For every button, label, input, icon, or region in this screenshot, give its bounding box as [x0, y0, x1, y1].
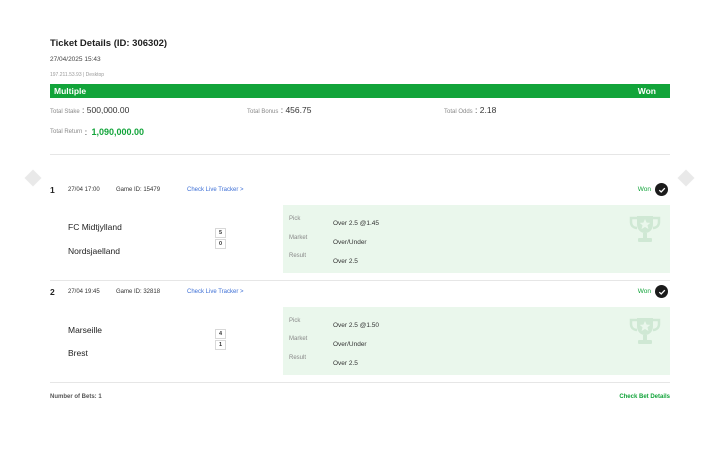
- pick-value: Over 2.5 @1.45: [333, 220, 379, 227]
- ticket-date: 27/04/2025 15:43: [50, 56, 101, 63]
- pick-details: Pick Market Result Over 2.5 @1.45 Over/U…: [283, 205, 670, 273]
- bet-header: 1 27/04 17:00 Game ID: 15479 Check Live …: [50, 180, 670, 200]
- home-score: 4: [215, 329, 226, 339]
- live-tracker-link[interactable]: Check Live Tracker >: [187, 289, 244, 295]
- market-label: Market: [289, 336, 308, 342]
- total-return-label: Total Return: [50, 129, 83, 135]
- bet-item: 1 27/04 17:00 Game ID: 15479 Check Live …: [50, 180, 670, 281]
- live-tracker-link[interactable]: Check Live Tracker >: [187, 187, 244, 193]
- total-odds-value: 2.18: [479, 105, 497, 115]
- trophy-icon: [629, 216, 661, 242]
- check-icon: [655, 285, 668, 298]
- ticket-device-info: 197.211.53.93 | Desktop: [50, 72, 105, 78]
- total-stake-label: Total Stake: [50, 109, 80, 115]
- prev-ticket-arrow-icon[interactable]: [24, 169, 42, 187]
- pick-details: Pick Market Result Over 2.5 @1.50 Over/U…: [283, 307, 670, 375]
- away-score: 1: [215, 340, 226, 350]
- home-score: 5: [215, 228, 226, 238]
- match-teams: Marseille Brest 4 1: [50, 307, 283, 375]
- result-label: Result: [289, 355, 307, 361]
- totals-row: Total Stake : 500,000.00 Total Bonus : 4…: [50, 104, 670, 116]
- bet-time: 27/04 17:00: [68, 187, 100, 193]
- away-team: Nordsjaelland: [68, 246, 120, 256]
- divider: [50, 382, 670, 383]
- bet-type-label: Multiple: [54, 86, 87, 96]
- pick-label: Pick: [289, 216, 301, 222]
- market-value: Over/Under: [333, 341, 367, 348]
- total-stake: Total Stake : 500,000.00: [50, 105, 130, 115]
- bet-time: 27/04 19:45: [68, 289, 100, 295]
- bet-status: Won: [638, 183, 668, 196]
- match-teams: FC Midtjylland Nordsjaelland 5 0: [50, 205, 283, 273]
- market-value: Over/Under: [333, 239, 367, 246]
- total-odds: Total Odds : 2.18: [444, 105, 497, 115]
- bet-status-label: Won: [637, 186, 651, 193]
- bet-body: Marseille Brest 4 1 Pick Market Result O…: [50, 307, 670, 375]
- bet-body: FC Midtjylland Nordsjaelland 5 0 Pick Ma…: [50, 205, 670, 273]
- page-title: Ticket Details (ID: 306302): [50, 38, 168, 49]
- ticket-status-badge: Won: [637, 86, 656, 96]
- check-bet-details-link[interactable]: Check Bet Details: [619, 394, 670, 400]
- ticket-details-panel: Ticket Details (ID: 306302) 27/04/2025 1…: [50, 37, 670, 403]
- home-team: Marseille: [68, 325, 103, 335]
- bet-status: Won: [638, 285, 668, 298]
- check-icon: [655, 183, 668, 196]
- bet-game-id: Game ID: 15479: [116, 187, 161, 193]
- bet-status-label: Won: [637, 288, 651, 295]
- bet-game-id: Game ID: 32818: [116, 289, 161, 295]
- away-score: 0: [215, 239, 226, 249]
- bets-count: Number of Bets: 1: [50, 394, 102, 400]
- result-value: Over 2.5: [333, 360, 358, 367]
- bet-item: 2 27/04 19:45 Game ID: 32818 Check Live …: [50, 282, 670, 383]
- total-stake-value: 500,000.00: [86, 105, 130, 115]
- away-team: Brest: [68, 348, 88, 358]
- bet-number: 1: [50, 185, 55, 195]
- home-team: FC Midtjylland: [68, 222, 122, 232]
- total-bonus: Total Bonus : 456.75: [247, 105, 312, 115]
- bet-number: 2: [50, 287, 55, 297]
- trophy-icon: [629, 318, 661, 344]
- pick-value: Over 2.5 @1.50: [333, 322, 379, 329]
- total-return-value: 1,090,000.00: [91, 127, 145, 137]
- pick-label: Pick: [289, 318, 301, 324]
- next-ticket-arrow-icon[interactable]: [677, 169, 695, 187]
- bet-header: 2 27/04 19:45 Game ID: 32818 Check Live …: [50, 282, 670, 302]
- result-value: Over 2.5: [333, 258, 358, 265]
- ticket-footer: Number of Bets: 1 Check Bet Details: [50, 391, 670, 403]
- total-odds-label: Total Odds: [444, 109, 473, 115]
- total-bonus-value: 456.75: [285, 105, 312, 115]
- divider: [50, 154, 670, 155]
- divider: [50, 280, 670, 281]
- total-return: Total Return : 1,090,000.00: [50, 127, 145, 137]
- bet-type-banner: Multiple Won: [50, 84, 670, 98]
- total-bonus-label: Total Bonus: [247, 109, 279, 115]
- result-label: Result: [289, 253, 307, 259]
- market-label: Market: [289, 235, 308, 241]
